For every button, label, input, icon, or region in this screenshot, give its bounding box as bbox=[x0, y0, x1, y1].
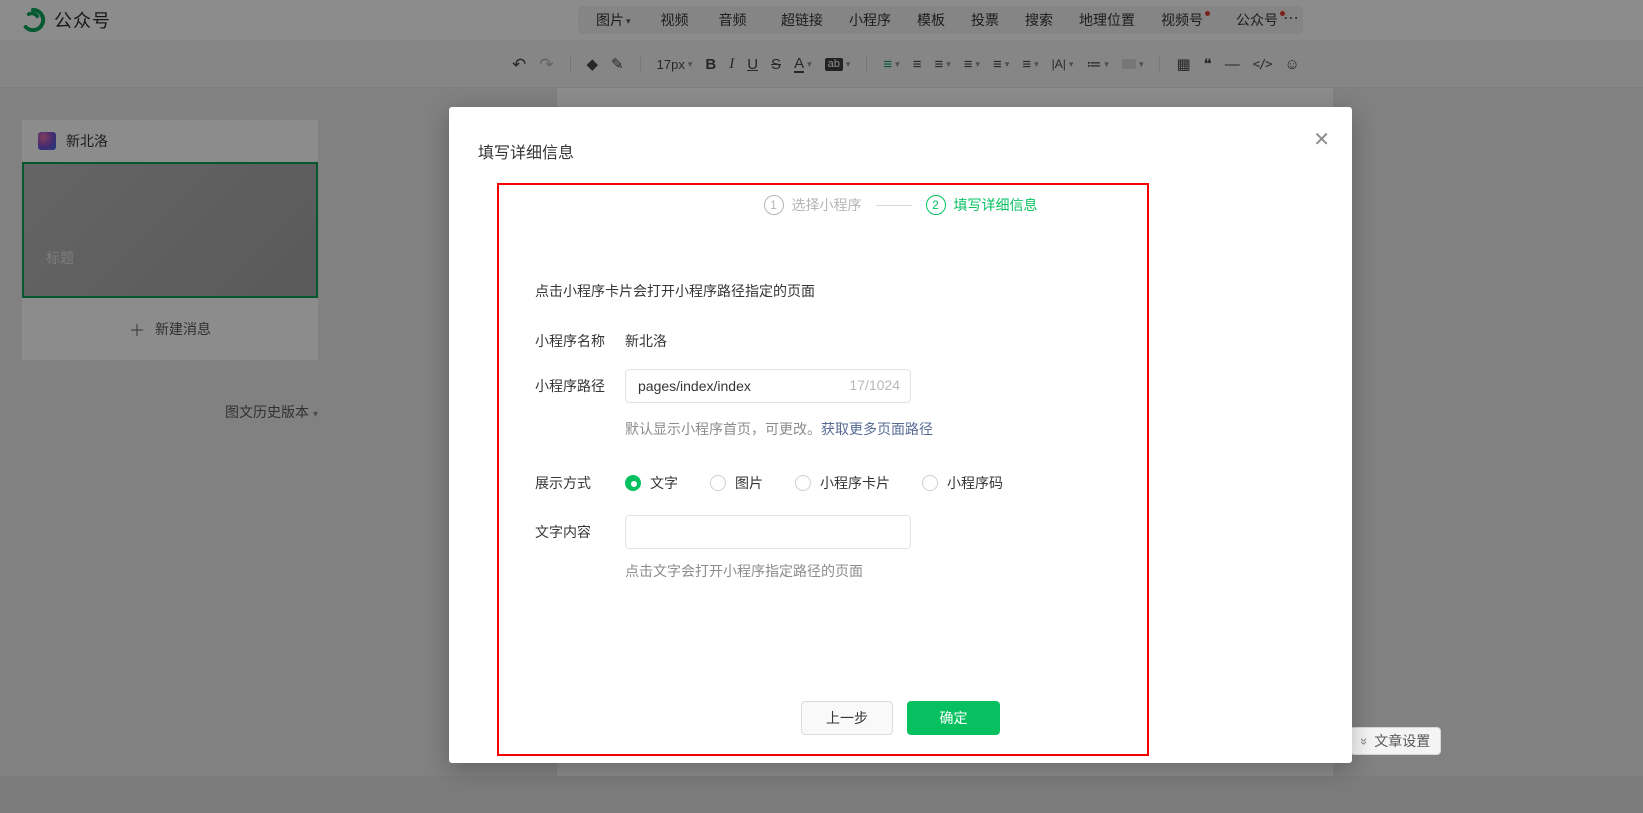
step-2-circle: 2 bbox=[926, 195, 946, 215]
text-content-input[interactable] bbox=[625, 515, 911, 549]
article-settings-label: 文章设置 bbox=[1374, 731, 1430, 751]
text-input-wrap bbox=[625, 515, 911, 549]
double-chevron-down-icon: » bbox=[1358, 737, 1371, 744]
step-connector bbox=[876, 205, 912, 206]
path-char-counter: 17/1024 bbox=[849, 377, 900, 393]
path-hint: 默认显示小程序首页，可更改。获取更多页面路径 bbox=[625, 419, 933, 439]
step-2-label: 填写详细信息 bbox=[954, 195, 1038, 215]
dialog-title: 填写详细信息 bbox=[478, 139, 574, 163]
mini-program-dialog: 填写详细信息 ✕ 1 选择小程序 2 填写详细信息 点击小程序卡片会打开小程序路… bbox=[449, 107, 1352, 763]
confirm-button[interactable]: 确定 bbox=[907, 701, 1000, 735]
display-option-文字[interactable]: 文字 bbox=[625, 473, 678, 493]
radio-label: 文字 bbox=[650, 473, 678, 493]
display-mode-row: 展示方式 文字 图片 小程序卡片 小程序码 bbox=[535, 473, 1003, 493]
text-content-hint: 点击文字会打开小程序指定路径的页面 bbox=[625, 561, 863, 581]
get-more-paths-link[interactable]: 获取更多页面路径 bbox=[821, 421, 933, 437]
display-option-图片[interactable]: 图片 bbox=[710, 473, 763, 493]
dialog-intro-text: 点击小程序卡片会打开小程序路径指定的页面 bbox=[535, 281, 815, 301]
step-1: 1 选择小程序 bbox=[764, 195, 862, 215]
page: 公众号 图片▾视频▾音频▾ 超链接▾小程序▾模板▾投票▾搜索▾地理位置▾视频号▾… bbox=[0, 0, 1643, 813]
path-label: 小程序路径 bbox=[535, 376, 625, 396]
radio-icon bbox=[922, 475, 938, 491]
dialog-buttons: 上一步 确定 bbox=[449, 701, 1352, 735]
step-1-label: 选择小程序 bbox=[792, 195, 862, 215]
annotation-rectangle bbox=[497, 183, 1149, 756]
previous-step-button[interactable]: 上一步 bbox=[801, 701, 893, 735]
path-input-wrap: 17/1024 bbox=[625, 369, 911, 403]
display-option-小程序卡片[interactable]: 小程序卡片 bbox=[795, 473, 890, 493]
mini-program-path-row: 小程序路径 17/1024 bbox=[535, 369, 911, 403]
step-indicator: 1 选择小程序 2 填写详细信息 bbox=[449, 195, 1352, 215]
step-1-circle: 1 bbox=[764, 195, 784, 215]
radio-label: 小程序码 bbox=[947, 473, 1003, 493]
text-content-row: 文字内容 bbox=[535, 515, 911, 549]
display-mode-options: 文字 图片 小程序卡片 小程序码 bbox=[625, 473, 1003, 493]
radio-label: 图片 bbox=[735, 473, 763, 493]
step-2: 2 填写详细信息 bbox=[926, 195, 1038, 215]
text-content-label: 文字内容 bbox=[535, 522, 625, 542]
radio-label: 小程序卡片 bbox=[820, 473, 890, 493]
article-settings-button[interactable]: » 文章设置 bbox=[1350, 727, 1441, 755]
display-mode-label: 展示方式 bbox=[535, 473, 625, 493]
mini-program-name-row: 小程序名称 新北洛 bbox=[535, 331, 667, 351]
name-value: 新北洛 bbox=[625, 331, 667, 351]
radio-icon bbox=[710, 475, 726, 491]
radio-icon bbox=[795, 475, 811, 491]
close-icon[interactable]: ✕ bbox=[1313, 127, 1330, 152]
name-label: 小程序名称 bbox=[535, 331, 625, 351]
path-hint-text: 默认显示小程序首页，可更改。 bbox=[625, 421, 821, 437]
display-option-小程序码[interactable]: 小程序码 bbox=[922, 473, 1003, 493]
radio-icon bbox=[625, 475, 641, 491]
